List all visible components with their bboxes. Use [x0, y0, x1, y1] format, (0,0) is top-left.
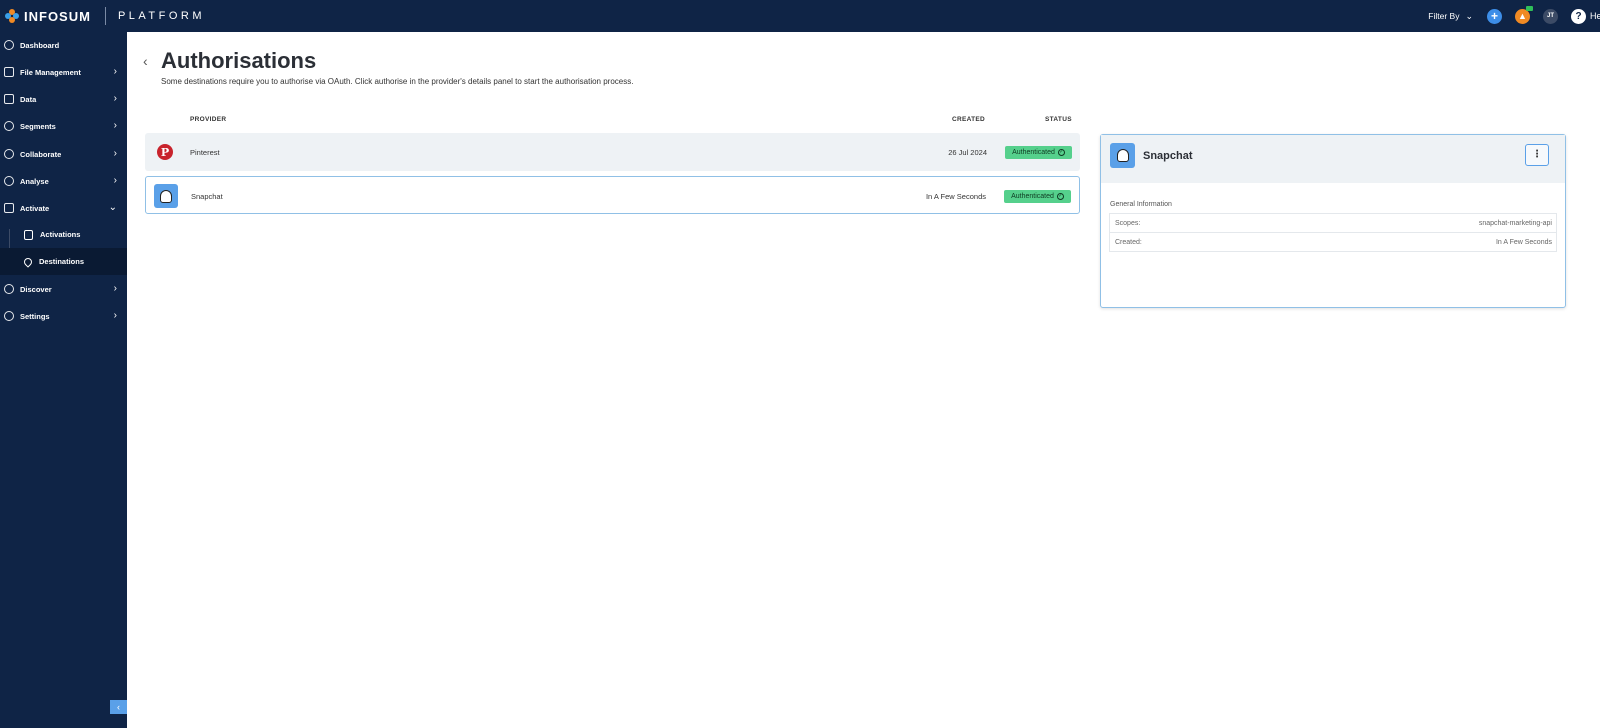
check-circle-icon: ✓: [1056, 193, 1064, 200]
analyse-icon: [4, 176, 14, 186]
details-panel-title: Snapchat: [1143, 150, 1193, 162]
sidebar-item-label: Collaborate: [20, 149, 62, 159]
sidebar-item-analyse[interactable]: Analyse ›: [0, 172, 127, 190]
sidebar-item-data[interactable]: Data ›: [0, 90, 127, 108]
sidebar-item-label: Settings: [20, 311, 50, 321]
kebab-menu-icon: ⋮: [1532, 149, 1542, 160]
snapchat-icon: [154, 184, 178, 208]
info-label: Scopes:: [1115, 220, 1141, 227]
snapchat-icon: [1110, 143, 1135, 168]
sidebar-item-label: Discover: [20, 284, 52, 294]
notifications-button[interactable]: ▲: [1515, 5, 1533, 24]
sidebar-item-settings[interactable]: Settings ›: [0, 307, 127, 325]
megaphone-icon: [4, 203, 14, 213]
sidebar-item-file-management[interactable]: File Management ›: [0, 63, 127, 81]
provider-name: Pinterest: [190, 148, 220, 157]
infosum-logo-icon: [5, 9, 19, 23]
gear-icon: [4, 311, 14, 321]
sidebar-item-activate[interactable]: Activate ⌄: [0, 199, 127, 217]
chevron-right-icon: ›: [113, 175, 117, 186]
main-content: ‹ Authorisations Some destinations requi…: [127, 32, 1600, 728]
table-row[interactable]: P Pinterest 26 Jul 2024 Authenticated ✓: [145, 133, 1080, 171]
pinterest-icon: P: [153, 140, 177, 164]
column-header-created: CREATED: [952, 116, 986, 123]
info-value: snapchat-marketing-api: [1478, 220, 1552, 227]
column-header-status: STATUS: [1045, 116, 1072, 123]
sidebar-subitem-destinations[interactable]: Destinations: [0, 248, 127, 275]
sidebar-subitem-label: Activations: [40, 230, 81, 239]
column-header-provider: PROVIDER: [190, 116, 227, 123]
back-button[interactable]: ‹: [143, 53, 148, 69]
activations-icon: [24, 229, 33, 240]
table-row[interactable]: Snapchat In A Few Seconds Authenticated …: [145, 176, 1080, 214]
sidebar-item-dashboard[interactable]: Dashboard: [0, 36, 127, 54]
details-panel: Snapchat ⋮ General Information Scopes: s…: [1100, 134, 1566, 308]
info-row-created: Created: In A Few Seconds: [1109, 232, 1557, 252]
sidebar-item-discover[interactable]: Discover ›: [0, 280, 127, 298]
status-label: Authenticated: [1012, 149, 1055, 156]
notification-badge: [1526, 5, 1533, 11]
logo[interactable]: INFOSUM PLATFORM: [5, 7, 205, 25]
logo-divider: [104, 7, 106, 25]
created-date: In A Few Seconds: [925, 192, 986, 201]
question-icon: ?: [1575, 10, 1582, 22]
pie-chart-icon: [4, 121, 14, 131]
provider-name: Snapchat: [191, 192, 223, 201]
chevron-left-icon: ‹: [117, 702, 120, 712]
collapse-sidebar-button[interactable]: ‹: [110, 700, 127, 714]
sidebar-item-label: Data: [20, 94, 37, 104]
page-description: Some destinations require you to authori…: [161, 77, 634, 86]
sidebar-item-label: Segments: [20, 121, 56, 131]
sidebar-item-label: File Management: [20, 67, 81, 77]
chevron-right-icon: ›: [113, 120, 117, 131]
sidebar-subitem-activations[interactable]: Activations: [0, 221, 127, 248]
chevron-right-icon: ›: [113, 93, 117, 104]
info-label: Created:: [1115, 239, 1142, 246]
more-options-button[interactable]: ⋮: [1525, 144, 1549, 166]
section-heading: General Information: [1110, 201, 1172, 208]
help-button[interactable]: ?: [1571, 8, 1586, 24]
chevron-right-icon: ›: [113, 66, 117, 77]
details-panel-header: Snapchat ⋮: [1101, 135, 1565, 183]
product-name: PLATFORM: [117, 10, 206, 22]
file-icon: [4, 67, 14, 77]
chevron-right-icon: ›: [113, 148, 117, 159]
filter-by-dropdown[interactable]: Filter By ⌄: [1428, 11, 1473, 22]
dashboard-icon: [4, 40, 14, 50]
sidebar-item-collaborate[interactable]: Collaborate ›: [0, 145, 127, 163]
created-date: 26 Jul 2024: [948, 148, 987, 157]
chevron-right-icon: ›: [113, 283, 117, 294]
top-bar: INFOSUM PLATFORM Filter By ⌄ + ▲ JT ? He…: [0, 0, 1600, 32]
bell-icon: ▲: [1518, 11, 1527, 21]
location-pin-icon: [22, 255, 34, 268]
chevron-down-icon: ⌄: [1465, 10, 1473, 21]
check-circle-icon: ✓: [1057, 149, 1065, 156]
sidebar-item-label: Dashboard: [20, 40, 60, 50]
info-value: In A Few Seconds: [1495, 239, 1552, 246]
status-label: Authenticated: [1011, 193, 1054, 200]
info-row-scopes: Scopes: snapchat-marketing-api: [1109, 213, 1557, 233]
help-label[interactable]: Help: [1590, 11, 1600, 21]
plus-icon: +: [1490, 9, 1498, 23]
chevron-down-icon: ⌄: [108, 202, 117, 213]
collaborate-icon: [4, 149, 14, 159]
avatar-initials: JT: [1546, 13, 1554, 19]
brand-name: INFOSUM: [24, 8, 91, 24]
avatar[interactable]: JT: [1543, 8, 1558, 24]
status-badge: Authenticated ✓: [1005, 146, 1072, 159]
chevron-right-icon: ›: [113, 310, 117, 321]
sidebar-subitem-label: Destinations: [39, 257, 85, 266]
compass-icon: [4, 284, 14, 294]
sidebar-item-label: Analyse: [20, 176, 49, 186]
sidebar-item-label: Activate: [20, 203, 50, 213]
data-icon: [4, 94, 14, 104]
filter-by-label: Filter By: [1428, 11, 1460, 21]
sidebar: Dashboard File Management › Data › Segme…: [0, 32, 127, 728]
add-button[interactable]: +: [1487, 8, 1502, 24]
page-title: Authorisations: [161, 48, 317, 73]
status-badge: Authenticated ✓: [1004, 190, 1071, 203]
topbar-actions: Filter By ⌄ + ▲ JT ? Help: [1428, 0, 1600, 32]
sidebar-item-segments[interactable]: Segments ›: [0, 117, 127, 135]
